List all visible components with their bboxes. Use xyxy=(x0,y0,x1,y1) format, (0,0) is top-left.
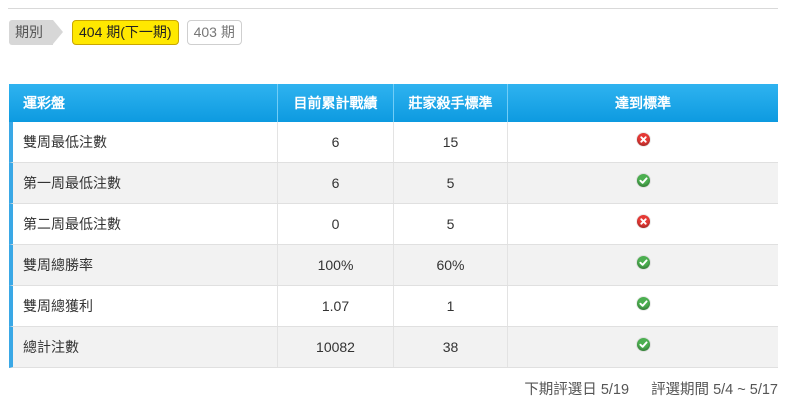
header-current-record: 目前累計戰績 xyxy=(278,84,394,122)
row-standard: 1 xyxy=(394,286,508,326)
top-divider xyxy=(8,8,778,9)
table-header: 運彩盤 目前累計戰績 莊家殺手標準 達到標準 xyxy=(9,84,778,122)
table-row: 第一周最低注數 6 5 xyxy=(9,163,778,204)
row-status xyxy=(508,204,778,244)
row-status xyxy=(508,122,778,162)
check-circle-icon xyxy=(636,296,650,310)
row-status xyxy=(508,327,778,367)
selection-info: 下期評選日 5/19 評選期間 5/4 ~ 5/17 xyxy=(524,378,778,399)
check-circle-icon xyxy=(636,173,650,187)
row-current: 1.07 xyxy=(278,286,394,326)
header-market: 運彩盤 xyxy=(9,84,278,122)
row-current: 6 xyxy=(278,163,394,203)
header-met: 達到標準 xyxy=(615,95,671,111)
header-standard: 莊家殺手標準 xyxy=(394,84,508,122)
table-row: 雙周最低注數 6 15 xyxy=(9,122,778,163)
x-circle-icon xyxy=(636,132,650,146)
table-row: 總計注數 10082 38 xyxy=(9,327,778,368)
row-standard: 60% xyxy=(394,245,508,285)
selection-period: 評選期間 5/4 ~ 5/17 xyxy=(651,382,778,398)
row-standard: 15 xyxy=(394,122,508,162)
table-row: 第二周最低注數 0 5 xyxy=(9,204,778,245)
row-current: 100% xyxy=(278,245,394,285)
row-name: 雙周最低注數 xyxy=(13,122,278,162)
row-current: 6 xyxy=(278,122,394,162)
row-name: 雙周總勝率 xyxy=(13,245,278,285)
row-name: 第二周最低注數 xyxy=(13,204,278,244)
row-current: 0 xyxy=(278,204,394,244)
row-name: 雙周總獲利 xyxy=(13,286,278,326)
row-name: 總計注數 xyxy=(13,327,278,367)
row-name: 第一周最低注數 xyxy=(13,163,278,203)
standards-table: 運彩盤 目前累計戰績 莊家殺手標準 達到標準 雙周最低注數 6 15 第一周最低… xyxy=(9,84,778,368)
check-circle-icon xyxy=(636,255,650,269)
period-label: 期別 xyxy=(9,20,63,45)
row-standard: 38 xyxy=(394,327,508,367)
current-period-button[interactable]: 404 期(下一期) xyxy=(72,20,179,45)
table-row: 雙周總勝率 100% 60% xyxy=(9,245,778,286)
row-standard: 5 xyxy=(394,204,508,244)
check-circle-icon xyxy=(636,337,650,351)
next-selection-date: 下期評選日 5/19 xyxy=(524,382,630,398)
previous-period-button[interactable]: 403 期 xyxy=(186,20,242,45)
table-row: 雙周總獲利 1.07 1 xyxy=(9,286,778,327)
row-status xyxy=(508,245,778,285)
row-status xyxy=(508,286,778,326)
row-status xyxy=(508,163,778,203)
row-current: 10082 xyxy=(278,327,394,367)
period-selector: 期別 404 期(下一期) 403 期 xyxy=(9,20,242,45)
row-standard: 5 xyxy=(394,163,508,203)
x-circle-icon xyxy=(636,214,650,228)
